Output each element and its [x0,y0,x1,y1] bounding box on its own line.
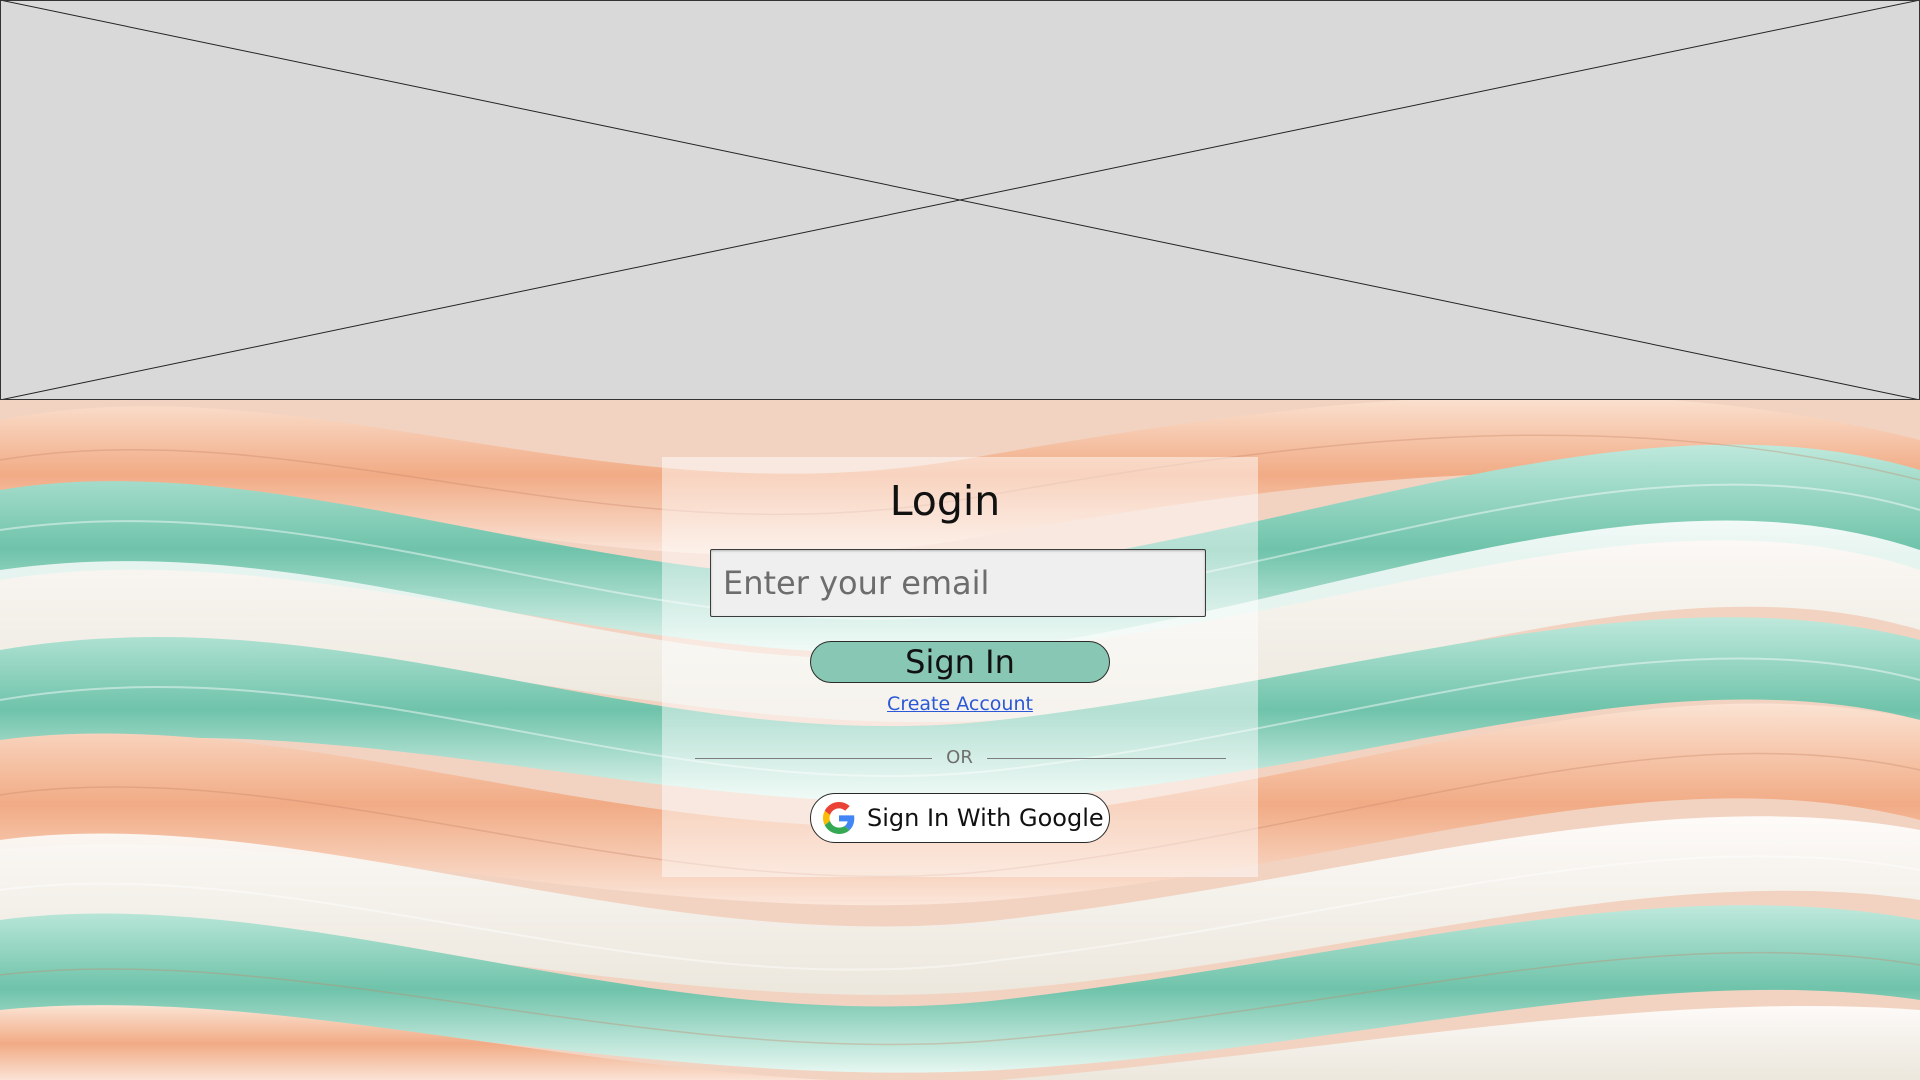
login-title: Login [889,477,1001,525]
google-sign-in-label: Sign In With Google [867,804,1104,832]
divider-line-right [987,758,1226,759]
divider-line-left [695,758,932,759]
login-page: Login Sign In Create Account OR Sign In … [0,0,1920,1080]
sign-in-button[interactable]: Sign In [810,641,1110,683]
create-account-label[interactable]: Create Account [887,693,1033,715]
hero-image-placeholder [0,0,1920,401]
google-g-icon [823,802,855,834]
create-account-link[interactable]: Create Account [662,693,1258,715]
placeholder-cross-icon [0,0,1920,400]
google-sign-in-button[interactable]: Sign In With Google [810,793,1110,843]
divider-or-label: OR [946,747,973,768]
login-card: Login Sign In Create Account OR Sign In … [662,457,1258,877]
email-field[interactable] [710,549,1206,617]
